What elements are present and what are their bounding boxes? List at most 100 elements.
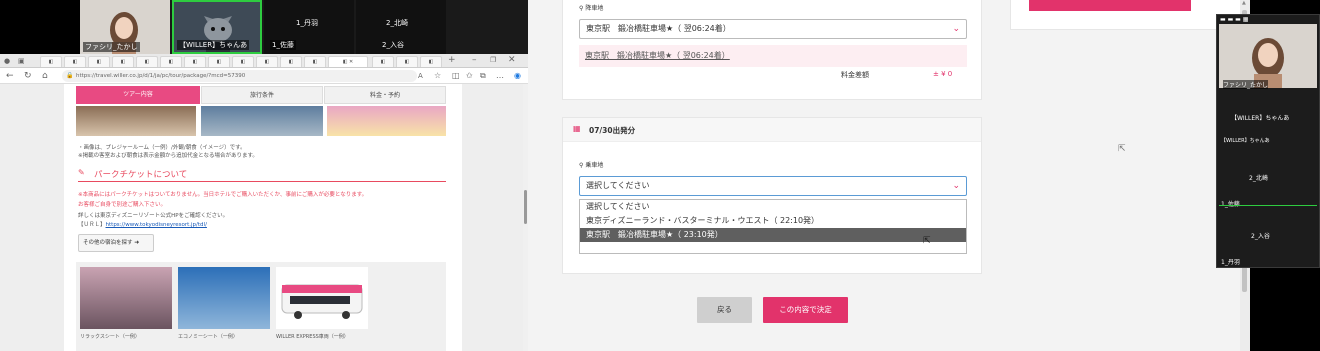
dropdown-option-highlighted[interactable]: 東京駅 鍛冶橋駐車場★（ 23:10発）	[580, 228, 966, 242]
browser-tab[interactable]: ◧	[136, 56, 158, 67]
confirm-button[interactable]: この内容で決定	[763, 297, 848, 323]
browser-tab[interactable]: ◧	[396, 56, 418, 67]
heading-divider	[78, 181, 446, 182]
url-text: https://travel.willer.co.jp/d/1/ja/pc/to…	[76, 73, 246, 79]
browser-tab[interactable]: ◧	[420, 56, 442, 67]
refresh-icon[interactable]: ↻	[24, 70, 32, 82]
browser-tab[interactable]: ◧	[232, 56, 254, 67]
price-diff-value: ± ¥ 0	[933, 70, 953, 78]
browser-tab[interactable]: ◧	[184, 56, 206, 67]
location-pin-icon: ⚲	[579, 5, 584, 12]
tab-bar: ● ▣ ◧ ◧ ◧ ◧ ◧ ◧ ◧ ◧ ◧ ◧ ◧ ◧ ◧ ✕ ◧ ◧ ◧ + …	[0, 54, 528, 68]
zoom-label: 1_丹羽	[1221, 259, 1240, 266]
breakfast-photo	[327, 106, 446, 136]
tour-content: ツアー内容 旅行条件 料金・予約 ・画像は、プレジャールーム（一例）/外観/朝食…	[64, 84, 462, 351]
browser-tab[interactable]: ◧	[40, 56, 62, 67]
back-icon[interactable]: ←	[6, 70, 14, 82]
calendar-icon: ▦	[573, 124, 581, 133]
arrival-confirm-row: 東京駅 鍛冶橋駐車場★（ 翌06:24着）	[579, 45, 967, 67]
home-icon[interactable]: ⌂	[42, 70, 48, 82]
edge-copilot-icon[interactable]: ◉	[514, 70, 521, 82]
bus-exterior-photo	[276, 267, 368, 329]
back-button[interactable]: 戻る	[697, 297, 752, 323]
maximize-icon[interactable]: ❐	[490, 54, 496, 66]
lock-icon: 🔒	[66, 72, 74, 79]
relax-seat-photo	[80, 267, 172, 329]
tile-label: 【WILLER】ちゃんあ	[177, 40, 250, 50]
video-tile-active[interactable]: 【WILLER】ちゃんあ	[172, 0, 262, 54]
browser-tab[interactable]: ◧	[256, 56, 278, 67]
other-hotels-label: その他の宿泊を探す	[83, 240, 133, 246]
tab-tour-content[interactable]: ツアー内容	[76, 86, 200, 104]
tab-price-booking[interactable]: 料金・予約	[324, 86, 446, 104]
favorites-bar-icon[interactable]: ✩	[466, 70, 473, 82]
zoom-toolbar[interactable]: ▬ ▬ ▬ ▦	[1220, 16, 1248, 23]
zoom-tile[interactable]: ファシリ_たかし	[1219, 24, 1317, 89]
departure-card: ▦ 07/30出発分 ⚲ 乗車地 選択してください ⌄ 選択してください 東京ディ…	[562, 117, 982, 274]
close-icon[interactable]: ✕	[508, 54, 516, 66]
dropdown-option[interactable]: 東京ディズニーランド・バスターミナル・ウエスト（ 22:10発）	[580, 214, 966, 228]
zoom-label: 2_北崎	[1249, 175, 1268, 182]
minimize-icon[interactable]: –	[472, 54, 477, 66]
departure-date: 07/30出発分	[589, 126, 636, 135]
video-strip: ファシリ_たかし 【WILLER】ちゃんあ 1_丹羽 1_佐藤 2_北崎 2_入…	[80, 0, 528, 54]
zoom-label: ファシリ_たかし	[1223, 80, 1269, 89]
park-ticket-info: 詳しくは東京ディズニーリゾート公式HPをご確認ください。	[78, 213, 229, 219]
arrival-select[interactable]: 東京駅 鍛冶橋駐車場★（ 翌06:24着） ⌄	[579, 19, 967, 39]
image-note: ※掲載の客室および朝食は表示金額から追加代金となる場合があります。	[78, 153, 258, 159]
menu-icon[interactable]: …	[496, 70, 504, 82]
video-tile[interactable]: 2_北崎 2_入谷	[356, 0, 446, 54]
browser-tab[interactable]: ◧	[280, 56, 302, 67]
mouse-cursor-icon: ⇱	[923, 236, 931, 246]
image-note: ・画像は、プレジャールーム（一例）/外観/朝食（イメージ）です。	[78, 145, 246, 151]
room-photo	[76, 106, 196, 136]
chevron-down-icon: ⌄	[952, 24, 960, 34]
tile-label: ファシリ_たかし	[83, 42, 140, 52]
address-bar-row: ← ↻ ⌂ 🔒 https://travel.willer.co.jp/d/1/j…	[0, 68, 528, 84]
other-hotels-button[interactable]: その他の宿泊を探す ➜	[78, 234, 154, 252]
tile-label: 2_入谷	[382, 41, 404, 49]
zoom-label: 【WILLER】ちゃんあ	[1231, 115, 1290, 122]
chevron-down-icon: ⌄	[952, 181, 960, 191]
browser-tab[interactable]: ◧	[64, 56, 86, 67]
park-ticket-note: ※本商品にはパークチケットはついておりません。当日ホテルでご購入いただくか、事前…	[78, 192, 368, 198]
browser-tab[interactable]: ◧	[160, 56, 182, 67]
browser-tab[interactable]: ◧	[304, 56, 326, 67]
bus-caption: リラックスシート（一例）	[80, 334, 140, 340]
video-tile[interactable]: 1_丹羽 1_佐藤	[264, 0, 354, 54]
bus-illustration	[281, 284, 363, 319]
tab-actions-icon[interactable]: ▣	[18, 55, 25, 67]
park-url-link[interactable]: https://www.tokyodisneyresort.jp/tdl/	[106, 222, 207, 228]
browser-tab[interactable]: ◧	[88, 56, 110, 67]
browser-tab-active[interactable]: ◧ ✕	[328, 56, 368, 67]
exterior-photo	[201, 106, 323, 136]
price-diff-label: 料金差額	[841, 71, 869, 79]
scroll-up-icon[interactable]: ▲	[1242, 0, 1246, 6]
video-strip-left-blank	[0, 0, 80, 56]
new-tab-icon[interactable]: +	[448, 54, 456, 66]
bus-caption: WILLER EXPRESS車両（一例）	[276, 334, 349, 340]
summary-pink-button[interactable]	[1029, 0, 1191, 11]
dropdown-option[interactable]: 選択してください	[580, 200, 966, 214]
url-field[interactable]: 🔒 https://travel.willer.co.jp/d/1/ja/pc/t…	[62, 70, 417, 82]
zoom-gallery: ▬ ▬ ▬ ▦ ファシリ_たかし 【WILLER】ちゃんあ 【WILLER】ちゃ…	[1216, 14, 1320, 268]
browser-tab[interactable]: ◧	[112, 56, 134, 67]
favorite-icon[interactable]: ☆	[434, 70, 441, 82]
tab-travel-conditions[interactable]: 旅行条件	[201, 86, 323, 104]
boarding-dropdown: 選択してください 東京ディズニーランド・バスターミナル・ウエスト（ 22:10発…	[579, 199, 967, 254]
video-tile[interactable]: ファシリ_たかし	[80, 0, 170, 54]
split-screen-icon[interactable]: ◫	[452, 70, 460, 82]
collections-icon[interactable]: ⧉	[480, 70, 486, 82]
read-aloud-icon[interactable]: A	[418, 70, 423, 82]
browser-tab[interactable]: ◧	[208, 56, 230, 67]
scrollbar-thumb[interactable]	[524, 190, 527, 224]
park-ticket-note: お客様ご自身で別途ご購入下さい。	[78, 202, 167, 208]
ticket-icon: ✎	[78, 168, 85, 177]
zoom-label: 1_佐藤	[1221, 199, 1240, 208]
profile-icon[interactable]: ●	[4, 55, 10, 67]
arrival-card: ⚲ 降車地 東京駅 鍛冶橋駐車場★（ 翌06:24着） ⌄ 東京駅 鍛冶橋駐車場★…	[562, 0, 982, 100]
economy-seat-photo	[178, 267, 270, 329]
boarding-select[interactable]: 選択してください ⌄	[579, 176, 967, 196]
browser-tab[interactable]: ◧	[372, 56, 394, 67]
tile-label: 1_佐藤	[270, 40, 296, 50]
